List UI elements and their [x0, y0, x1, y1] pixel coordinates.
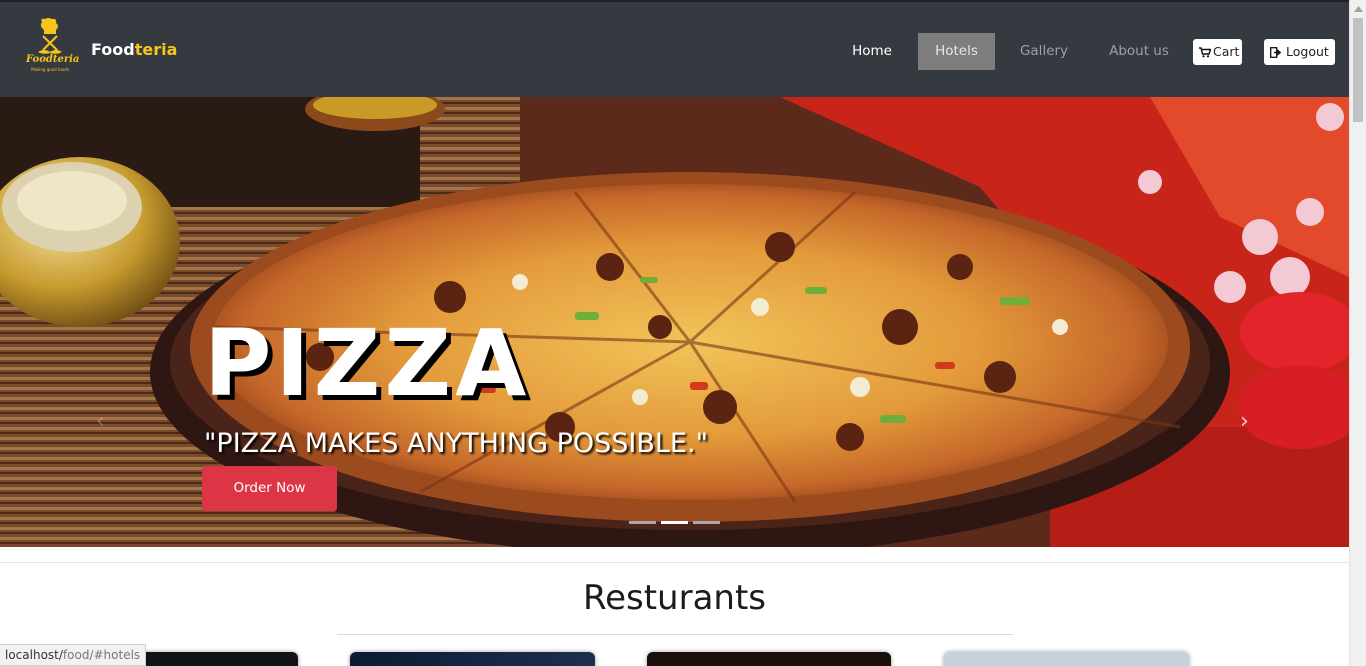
- cart-label: Cart: [1213, 44, 1240, 59]
- status-path: food/#hotels: [62, 648, 141, 662]
- restaurant-card[interactable]: [944, 652, 1189, 666]
- logout-icon: [1270, 46, 1282, 58]
- section-divider: [0, 562, 1349, 563]
- cart-icon: [1199, 46, 1211, 57]
- section-rule: [337, 634, 1013, 635]
- nav-gallery[interactable]: Gallery: [1005, 33, 1083, 70]
- navbar: Foodteria Making good foods Foodteria Ho…: [0, 0, 1349, 97]
- carousel-next-button[interactable]: ›: [1240, 409, 1249, 434]
- carousel-prev-button[interactable]: ‹: [96, 409, 105, 434]
- restaurant-card[interactable]: [647, 652, 891, 666]
- link-status-bar: localhost/food/#hotels: [0, 644, 147, 666]
- nav-about-us[interactable]: About us: [1093, 33, 1185, 70]
- page: Foodteria Making good foods Foodteria Ho…: [0, 0, 1366, 666]
- nav-hotels[interactable]: Hotels: [918, 33, 995, 70]
- carousel-indicator-3[interactable]: [693, 521, 720, 524]
- hero-subtitle: "PIZZA MAKES ANYTHING POSSIBLE.": [204, 428, 708, 459]
- brand-logo[interactable]: Foodteria Making good foods: [24, 18, 80, 74]
- logout-label: Logout: [1286, 44, 1329, 59]
- brand-name-prefix: Food: [91, 40, 135, 59]
- logo-tagline: Making good foods: [31, 67, 69, 72]
- brand-name[interactable]: Foodteria: [91, 40, 177, 59]
- section-title: Resturants: [582, 578, 766, 618]
- carousel-indicator-1[interactable]: [629, 521, 656, 524]
- scrollbar-thumb[interactable]: [1353, 18, 1363, 122]
- carousel-indicator-2[interactable]: [661, 521, 688, 524]
- scroll-up-icon[interactable]: [1350, 0, 1366, 17]
- restaurant-card[interactable]: [350, 652, 595, 666]
- hero-title: PIZZA: [204, 310, 531, 417]
- status-host: localhost/: [5, 648, 63, 662]
- nav-home[interactable]: Home: [836, 33, 908, 70]
- brand-name-suffix: teria: [134, 40, 178, 59]
- cart-button[interactable]: Cart: [1193, 39, 1242, 65]
- order-now-button[interactable]: Order Now: [202, 466, 337, 511]
- logo-text: Foodteria: [26, 54, 80, 65]
- page-scrollbar[interactable]: [1349, 0, 1366, 666]
- logout-button[interactable]: Logout: [1264, 39, 1335, 65]
